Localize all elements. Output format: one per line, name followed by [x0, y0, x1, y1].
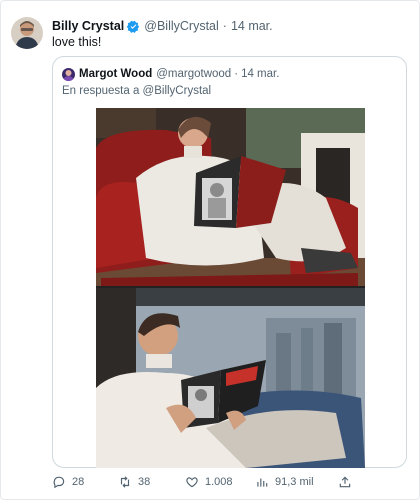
author-avatar[interactable]	[11, 17, 43, 49]
quoted-media[interactable]	[96, 108, 365, 468]
action-bar: 28 38 1.008 91,3 mil	[52, 475, 362, 491]
like-count: 1.008	[205, 476, 233, 488]
quoted-author-avatar	[62, 67, 75, 81]
views-count: 91,3 mil	[275, 476, 314, 488]
quoted-tweet[interactable]: Margot Wood @margotwood · 14 mar. En res…	[52, 56, 407, 468]
tweet-card: Billy Crystal @BillyCrystal · 14 mar. lo…	[0, 0, 420, 500]
tweet-text: love this!	[52, 35, 102, 49]
separator-dot: ·	[222, 19, 227, 33]
media-image-bottom[interactable]	[96, 288, 365, 468]
reply-button[interactable]: 28	[52, 475, 84, 489]
author-name[interactable]: Billy Crystal	[52, 19, 124, 33]
views-icon	[257, 478, 268, 487]
like-button[interactable]: 1.008	[185, 475, 233, 489]
retweet-icon	[120, 476, 130, 488]
verified-badge-icon	[126, 20, 140, 33]
tweet-date[interactable]: 14 mar.	[231, 19, 273, 33]
reply-context: En respuesta a @BillyCrystal	[62, 85, 212, 97]
reply-icon	[53, 476, 65, 489]
share-button[interactable]	[338, 475, 358, 489]
author-handle[interactable]: @BillyCrystal	[144, 19, 219, 33]
quoted-author-name: Margot Wood	[79, 68, 153, 80]
quoted-tweet-header: Margot Wood @margotwood · 14 mar.	[62, 66, 279, 82]
separator-dot: ·	[234, 68, 239, 80]
quoted-author-handle: @margotwood	[156, 68, 232, 80]
tweet-header: Billy Crystal @BillyCrystal · 14 mar.	[52, 18, 273, 34]
like-icon	[186, 477, 198, 488]
quoted-tweet-date: 14 mar.	[241, 68, 280, 80]
reply-count: 28	[72, 476, 85, 488]
share-icon	[339, 476, 351, 488]
views-button[interactable]: 91,3 mil	[255, 475, 314, 489]
media-image-top[interactable]	[96, 108, 365, 286]
retweet-button[interactable]: 38	[118, 475, 150, 489]
retweet-count: 38	[138, 476, 151, 488]
